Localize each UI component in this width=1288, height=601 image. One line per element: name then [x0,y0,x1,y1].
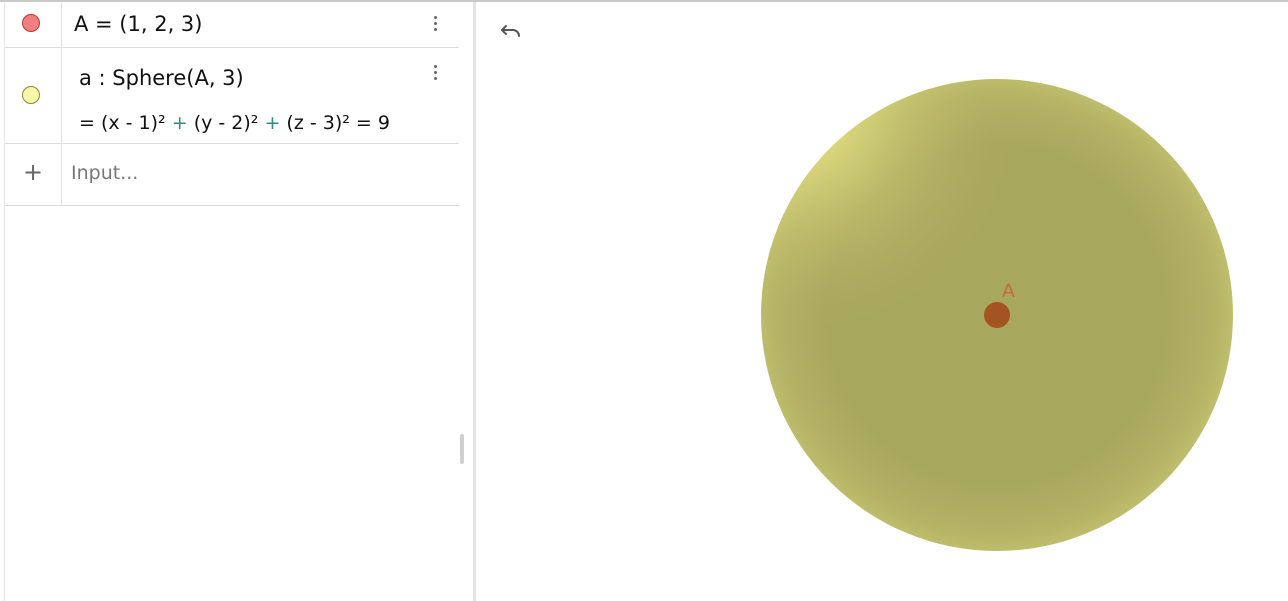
sphere-canvas: A [761,79,1233,551]
marker-column [5,48,62,143]
plus-operator: + [171,112,188,134]
algebra-input-field[interactable] [71,158,441,188]
algebra-item-sphere-a[interactable]: a : Sphere(A, 3) = (x - 1)² + (y - 2)² +… [5,48,459,144]
visibility-toggle-point-a[interactable] [22,14,40,32]
output-part: (y - 2)² [193,112,259,134]
add-icon[interactable]: + [23,160,43,184]
algebra-input-row[interactable]: + [5,144,459,206]
output-sphere-a: = (x - 1)² + (y - 2)² + (z - 3)² = 9 [79,112,390,134]
marker-column [5,2,62,47]
resize-handle[interactable] [460,434,464,464]
algebra-view: A = (1, 2, 3) a : Sphere(A, 3) = (x - 1)… [0,2,474,601]
more-options-icon[interactable] [425,61,445,83]
definition-sphere-a[interactable]: a : Sphere(A, 3) [79,66,244,90]
marker-column: + [5,144,62,205]
visibility-toggle-sphere-a[interactable] [22,86,40,104]
point-a[interactable] [984,302,1010,328]
algebra-item-point-a[interactable]: A = (1, 2, 3) [5,2,459,48]
output-part: (z - 3)² = 9 [286,112,390,134]
graphics-3d-view[interactable]: A [476,2,1288,601]
plus-operator: + [264,112,281,134]
output-part: = (x - 1)² [79,112,166,134]
definition-point-a[interactable]: A = (1, 2, 3) [74,12,202,36]
point-a-label: A [1002,280,1015,302]
more-options-icon[interactable] [425,12,445,34]
